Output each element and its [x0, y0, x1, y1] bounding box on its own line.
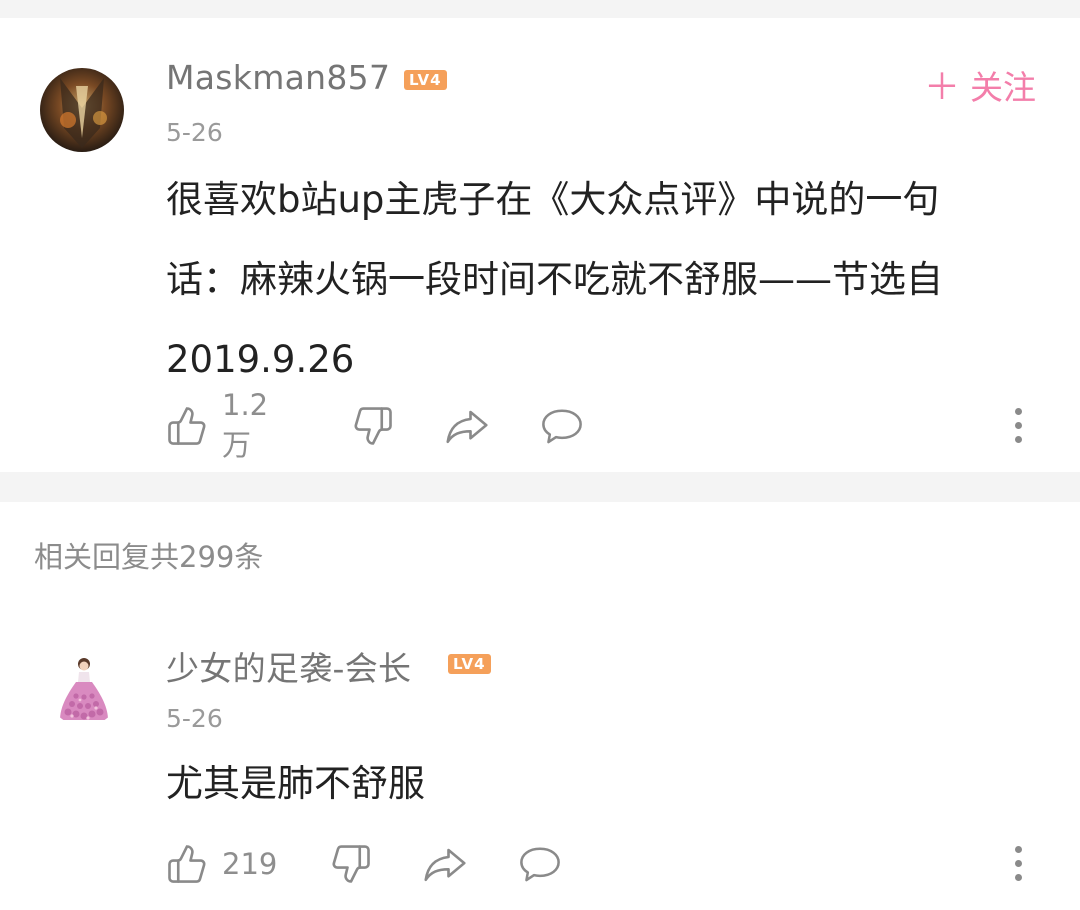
comment-text: 尤其是肺不舒服: [166, 744, 1036, 824]
reply-button[interactable]: [540, 402, 584, 450]
comment-bubble-icon: [518, 843, 562, 885]
dislike-button[interactable]: [352, 402, 394, 450]
dislike-button[interactable]: [330, 840, 372, 888]
replies-count-header: 相关回复共299条: [34, 540, 264, 574]
level-badge: LV4: [404, 70, 447, 90]
username[interactable]: Maskman857: [166, 58, 390, 97]
main-comment: Maskman857 LV4 5-26 ＋ 关注 很喜欢b站up主虎子在《大众点评…: [0, 18, 1080, 472]
plus-icon: ＋: [923, 67, 960, 108]
comment-text-line: 2019.9.26: [166, 338, 355, 381]
more-vertical-icon[interactable]: [1008, 840, 1028, 888]
comment-text: 很喜欢b站up主虎子在《大众点评》中说的一句 话：麻辣火锅一段时间不吃就不舒服—…: [166, 160, 1036, 400]
comment-bubble-icon: [540, 405, 584, 447]
thumbs-up-icon: [166, 405, 208, 447]
comment-text-line: 很喜欢b站up主虎子在《大众点评》中说的一句: [166, 178, 940, 221]
comment-text-line: 话：麻辣火锅一段时间不吃就不舒服——节选自: [166, 258, 943, 301]
avatar[interactable]: [46, 650, 122, 726]
username[interactable]: 少女的足袭-会长: [166, 642, 411, 690]
follow-label: 关注: [970, 68, 1036, 107]
share-icon: [444, 405, 490, 447]
follow-button[interactable]: ＋ 关注: [924, 58, 1036, 110]
like-count: 219: [222, 847, 278, 881]
section-divider: [0, 472, 1080, 502]
like-button[interactable]: 1.2万: [166, 388, 268, 462]
comment-date: 5-26: [166, 704, 223, 733]
reply-comment: 少女的足袭-会长 LV4 5-26 尤其是肺不舒服 219: [0, 620, 1080, 910]
comment-text-line: 尤其是肺不舒服: [166, 762, 425, 805]
comment-date: 5-26: [166, 118, 223, 147]
top-separator: [0, 0, 1080, 18]
share-button[interactable]: [444, 402, 490, 450]
share-icon: [422, 843, 468, 885]
like-count: 1.2万: [222, 388, 269, 462]
like-button[interactable]: 219: [166, 840, 277, 888]
thumbs-up-icon: [166, 843, 208, 885]
avatar[interactable]: [40, 68, 124, 152]
thumbs-down-icon: [330, 843, 372, 885]
level-badge: LV4: [448, 654, 491, 674]
thumbs-down-icon: [352, 405, 394, 447]
share-button[interactable]: [422, 840, 468, 888]
reply-button[interactable]: [518, 840, 562, 888]
more-vertical-icon[interactable]: [1008, 402, 1028, 450]
